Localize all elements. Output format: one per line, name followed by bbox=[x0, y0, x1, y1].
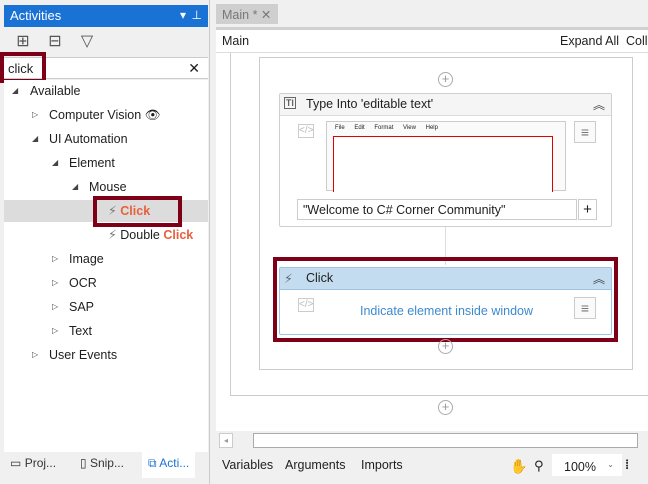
tree-item-image[interactable]: ▷ Image bbox=[52, 248, 104, 270]
zoom-select[interactable]: 100% ⌄ bbox=[552, 454, 622, 476]
snippets-icon: ▯ bbox=[80, 456, 87, 470]
tree-item-double-click[interactable]: ⚡ Double Click bbox=[108, 224, 193, 246]
horizontal-scrollbar[interactable]: ◂ bbox=[216, 431, 648, 450]
panel-title-bar: Activities ▾ ⊥ bbox=[4, 5, 208, 27]
expand-all-button[interactable]: Expand All bbox=[560, 34, 619, 48]
expand-all-icon[interactable]: ⊞ bbox=[14, 33, 32, 51]
text-input[interactable]: "Welcome to C# Corner Community" bbox=[297, 199, 577, 220]
screenshot-preview: File Edit Format View Help bbox=[326, 121, 566, 192]
tree-item-ocr[interactable]: ▷ OCR bbox=[52, 272, 97, 294]
tab-project[interactable]: ▭ Proj... bbox=[10, 456, 56, 470]
type-into-title: Type Into 'editable text' bbox=[306, 97, 434, 111]
collapse-all-button[interactable]: Colla bbox=[626, 34, 648, 48]
tree-item-computer-vision[interactable]: ▷ Computer Vision 👁 bbox=[32, 104, 161, 126]
close-tab-icon[interactable]: ✕ bbox=[261, 8, 271, 22]
add-text-button[interactable]: + bbox=[578, 199, 597, 220]
search-highlight-box bbox=[0, 52, 46, 83]
imports-tab[interactable]: Imports bbox=[361, 458, 403, 472]
tab-activities[interactable]: ⧉ Acti... bbox=[142, 452, 196, 478]
eye-icon: 👁 bbox=[144, 108, 161, 122]
preview-menu: File Edit Format View Help bbox=[335, 125, 438, 131]
add-activity-icon[interactable]: + bbox=[438, 400, 453, 415]
click-item-highlight-box bbox=[93, 196, 182, 227]
designer-header: Main Expand All Colla bbox=[216, 27, 648, 53]
tree-item-user-events[interactable]: ▷ User Events bbox=[32, 344, 117, 366]
filter-icon[interactable]: ▽ bbox=[78, 33, 96, 51]
tab-snippets[interactable]: ▯ Snip... bbox=[80, 456, 124, 470]
tree-item-text[interactable]: ▷ Text bbox=[52, 320, 92, 342]
scroll-left-button[interactable]: ◂ bbox=[219, 433, 233, 448]
target-highlight bbox=[333, 136, 553, 192]
tab-main[interactable]: Main * ✕ bbox=[216, 4, 278, 24]
type-into-icon: TI bbox=[284, 97, 296, 109]
chevron-down-icon: ⌄ bbox=[607, 460, 614, 469]
tree-item-element[interactable]: ◢ Element bbox=[52, 152, 115, 174]
zoom-search-icon[interactable]: ⚲ bbox=[534, 458, 544, 474]
activities-tree: ◢ Available ▷ Computer Vision 👁 ◢ UI Automa… bbox=[4, 80, 208, 452]
pin-icon[interactable]: ⊥ bbox=[192, 8, 202, 22]
tree-item-mouse[interactable]: ◢ Mouse bbox=[72, 176, 127, 198]
selector-icon[interactable]: </> bbox=[298, 124, 314, 138]
variables-tab[interactable]: Variables bbox=[222, 458, 273, 472]
options-menu-icon[interactable]: ≡ bbox=[574, 121, 596, 143]
dropdown-icon[interactable]: ▾ bbox=[180, 8, 186, 22]
activities-icon: ⧉ bbox=[148, 456, 157, 470]
folder-icon: ▭ bbox=[10, 456, 22, 470]
activities-panel: Activities ▾ ⊥ ⊞ ⊟ ▽ click ✕ ◢ Available … bbox=[0, 0, 210, 484]
scroll-thumb[interactable] bbox=[253, 433, 638, 448]
fit-screen-icon[interactable]: ⁞ bbox=[625, 458, 629, 472]
add-activity-icon[interactable]: + bbox=[438, 72, 453, 87]
tree-item-sap[interactable]: ▷ SAP bbox=[52, 296, 94, 318]
tree-item-available[interactable]: ◢ Available bbox=[12, 80, 81, 102]
click-activity-highlight-box bbox=[273, 257, 618, 342]
double-click-icon: ⚡ bbox=[108, 228, 117, 242]
arguments-tab[interactable]: Arguments bbox=[285, 458, 345, 472]
tree-item-ui-automation[interactable]: ◢ UI Automation bbox=[32, 128, 128, 150]
panel-bottom-tabs: ▭ Proj... ▯ Snip... ⧉ Acti... bbox=[4, 452, 208, 480]
add-activity-icon[interactable]: + bbox=[438, 339, 453, 354]
breadcrumb[interactable]: Main bbox=[222, 34, 249, 48]
collapse-all-icon[interactable]: ⊟ bbox=[46, 33, 64, 51]
collapse-chevron-icon[interactable]: ︽ bbox=[593, 96, 605, 113]
panel-title: Activities bbox=[10, 8, 62, 23]
designer-canvas: + TI Type Into 'editable text' ︽ </> File … bbox=[216, 53, 648, 431]
clear-search-icon[interactable]: ✕ bbox=[188, 60, 200, 77]
hand-icon[interactable]: ✋ bbox=[510, 458, 527, 475]
designer-statusbar: Variables Arguments Imports ✋ ⚲ 100% ⌄ ⁞ bbox=[216, 452, 648, 480]
type-into-activity[interactable]: TI Type Into 'editable text' ︽ </> File Ed… bbox=[279, 93, 612, 227]
